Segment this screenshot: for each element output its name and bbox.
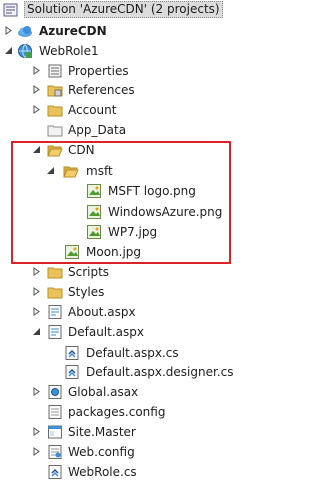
item-label-default-designer: Default.aspx.designer.cs <box>86 365 234 379</box>
collapse-arrow-icon[interactable] <box>32 145 41 154</box>
collapse-arrow-icon[interactable] <box>46 166 55 175</box>
tree-row-account[interactable]: Account <box>0 100 248 120</box>
project-label-azurecdn: AzureCDN <box>39 24 107 38</box>
expand-arrow-icon[interactable] <box>32 287 41 296</box>
tree-row-moon[interactable]: Moon.jpg <box>0 242 248 262</box>
collapse-arrow-icon[interactable] <box>4 46 13 55</box>
tree-row-styles[interactable]: Styles <box>0 282 248 302</box>
config-file-icon <box>47 404 63 420</box>
expand-arrow-icon[interactable] <box>32 447 41 456</box>
collapse-arrow-icon[interactable] <box>32 327 41 336</box>
tree-row-scripts[interactable]: Scripts <box>0 262 248 282</box>
tree-row-wp7[interactable]: WP7.jpg <box>0 222 248 242</box>
master-page-icon <box>47 424 63 440</box>
tree-row-default-cs[interactable]: Default.aspx.cs <box>0 343 248 363</box>
item-label-account: Account <box>68 103 117 117</box>
tree-row-about[interactable]: About.aspx <box>0 302 248 322</box>
item-label-default: Default.aspx <box>68 325 144 339</box>
expand-arrow-icon[interactable] <box>32 267 41 276</box>
item-label-windows-azure: WindowsAzure.png <box>108 205 223 219</box>
solution-label: Solution 'AzureCDN' (2 projects) <box>24 1 223 18</box>
item-label-msft-logo: MSFT logo.png <box>108 184 196 198</box>
web-project-icon <box>17 43 33 59</box>
image-file-icon <box>86 183 102 199</box>
expand-arrow-icon[interactable] <box>32 307 41 316</box>
item-label-site-master: Site.Master <box>68 425 136 439</box>
tree-row-default[interactable]: Default.aspx <box>0 322 248 342</box>
aspx-file-icon <box>47 324 63 340</box>
tree-row-global[interactable]: Global.asax <box>0 382 248 402</box>
image-file-icon <box>86 224 102 240</box>
image-file-icon <box>64 244 80 260</box>
folder-icon <box>47 284 63 300</box>
item-label-references: References <box>68 83 135 97</box>
item-label-wp7: WP7.jpg <box>108 225 158 239</box>
cloud-project-icon <box>17 23 33 39</box>
expand-arrow-icon[interactable] <box>32 105 41 114</box>
tree-row-default-designer[interactable]: Default.aspx.designer.cs <box>0 362 248 382</box>
cs-file-icon <box>64 364 80 380</box>
solution-icon <box>3 2 19 18</box>
item-label-scripts: Scripts <box>68 265 110 279</box>
properties-icon <box>47 63 63 79</box>
item-label-msft: msft <box>86 164 113 178</box>
item-label-cdn: CDN <box>68 143 95 157</box>
tree-row-packages[interactable]: packages.config <box>0 402 248 422</box>
cs-file-icon <box>64 345 80 361</box>
config-file-icon <box>47 444 63 460</box>
item-label-webrole-cs: WebRole.cs <box>68 465 137 479</box>
tree-row-msft[interactable]: msft <box>0 161 248 181</box>
item-label-default-cs: Default.aspx.cs <box>86 346 179 360</box>
item-label-styles: Styles <box>68 285 105 299</box>
expand-arrow-icon[interactable] <box>32 387 41 396</box>
tree-row-webrole-cs[interactable]: WebRole.cs <box>0 462 248 482</box>
tree-row-azurecdn-project[interactable]: AzureCDN <box>0 21 248 41</box>
item-label-properties: Properties <box>68 64 129 78</box>
tree-row-msft-logo[interactable]: MSFT logo.png <box>0 181 248 201</box>
project-label-webrole1: WebRole1 <box>39 44 99 58</box>
item-label-about: About.aspx <box>68 305 136 319</box>
tree-row-site-master[interactable]: Site.Master <box>0 422 248 442</box>
solution-explorer-tree: Solution 'AzureCDN' (2 projects) AzureCD… <box>0 0 248 483</box>
folder-icon <box>47 102 63 118</box>
tree-row-web-config[interactable]: Web.config <box>0 442 248 462</box>
image-file-icon <box>86 204 102 220</box>
tree-row-app-data[interactable]: App_Data <box>0 120 248 140</box>
expand-arrow-icon[interactable] <box>4 26 13 35</box>
tree-row-solution[interactable]: Solution 'AzureCDN' (2 projects) <box>0 0 248 20</box>
open-folder-icon <box>47 142 63 158</box>
expand-arrow-icon[interactable] <box>32 66 41 75</box>
global-asax-icon <box>47 384 63 400</box>
open-folder-icon <box>63 163 79 179</box>
expand-arrow-icon[interactable] <box>32 427 41 436</box>
references-folder-icon <box>47 82 63 98</box>
expand-arrow-icon[interactable] <box>32 85 41 94</box>
cs-file-icon <box>47 464 63 480</box>
tree-row-webrole1-project[interactable]: WebRole1 <box>0 41 248 61</box>
tree-row-references[interactable]: References <box>0 80 248 100</box>
item-label-packages: packages.config <box>68 405 166 419</box>
tree-row-properties[interactable]: Properties <box>0 61 248 81</box>
aspx-file-icon <box>47 304 63 320</box>
item-label-app-data: App_Data <box>68 123 127 137</box>
tree-row-cdn[interactable]: CDN <box>0 140 248 160</box>
item-label-moon: Moon.jpg <box>86 245 142 259</box>
folder-icon <box>47 122 63 138</box>
item-label-web-config: Web.config <box>68 445 135 459</box>
item-label-global: Global.asax <box>68 385 139 399</box>
folder-icon <box>47 264 63 280</box>
tree-row-windows-azure[interactable]: WindowsAzure.png <box>0 202 248 222</box>
